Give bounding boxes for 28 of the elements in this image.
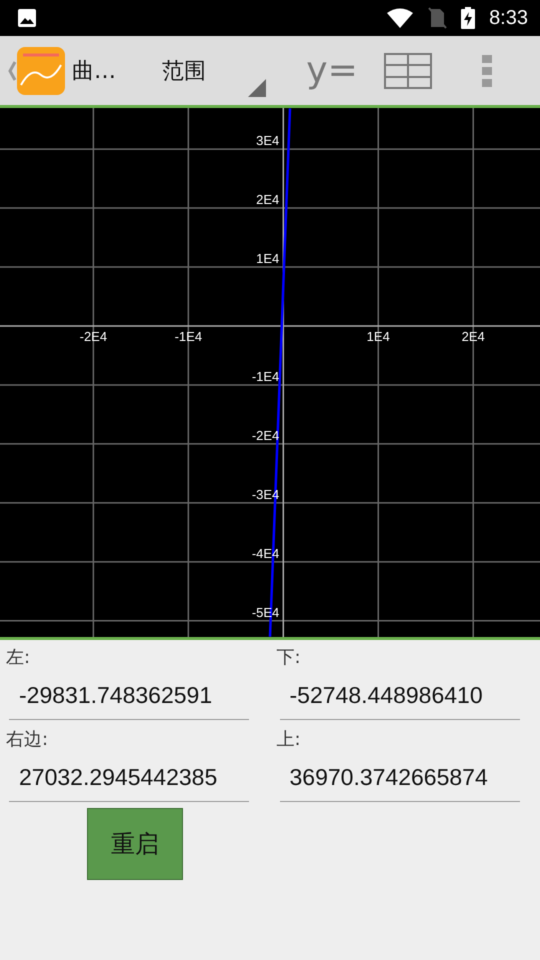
field-label: 右边:: [6, 728, 50, 752]
app-title: 曲…: [72, 58, 117, 86]
x-tick-label: -2E4: [80, 328, 108, 344]
table-icon[interactable]: [384, 52, 432, 88]
no-sim-icon: [427, 7, 448, 29]
x-tick-label: 1E4: [366, 328, 390, 344]
input-field[interactable]: -29831.748362591: [9, 672, 249, 720]
x-tick-label: -1E4: [174, 328, 202, 344]
y-tick-label: 3E4: [256, 133, 280, 148]
input-field[interactable]: 36970.3742665874: [280, 754, 520, 802]
image-icon: [17, 8, 37, 28]
restart-button[interactable]: 重启: [87, 808, 183, 880]
range-dropdown[interactable]: 范围: [162, 40, 266, 100]
battery-charging-icon: [461, 7, 476, 29]
dropdown-triangle-icon[interactable]: [248, 78, 266, 96]
overflow-menu-icon[interactable]: [482, 54, 492, 86]
field-label: 下:: [276, 646, 302, 670]
clock-time: 8:33: [489, 6, 528, 30]
input-field[interactable]: -52748.448986410: [280, 672, 520, 720]
field-label: 左:: [6, 646, 32, 670]
input-field[interactable]: 27032.2945442385: [9, 754, 249, 802]
back-chevron-icon[interactable]: [7, 60, 17, 82]
y-tick-label: 1E4: [256, 251, 280, 266]
y-tick-label: 2E4: [256, 192, 280, 208]
app-logo-icon[interactable]: [17, 46, 65, 94]
field-label: 上:: [276, 728, 302, 752]
x-tick-label: 2E4: [462, 328, 485, 344]
wifi-icon: [387, 8, 414, 28]
